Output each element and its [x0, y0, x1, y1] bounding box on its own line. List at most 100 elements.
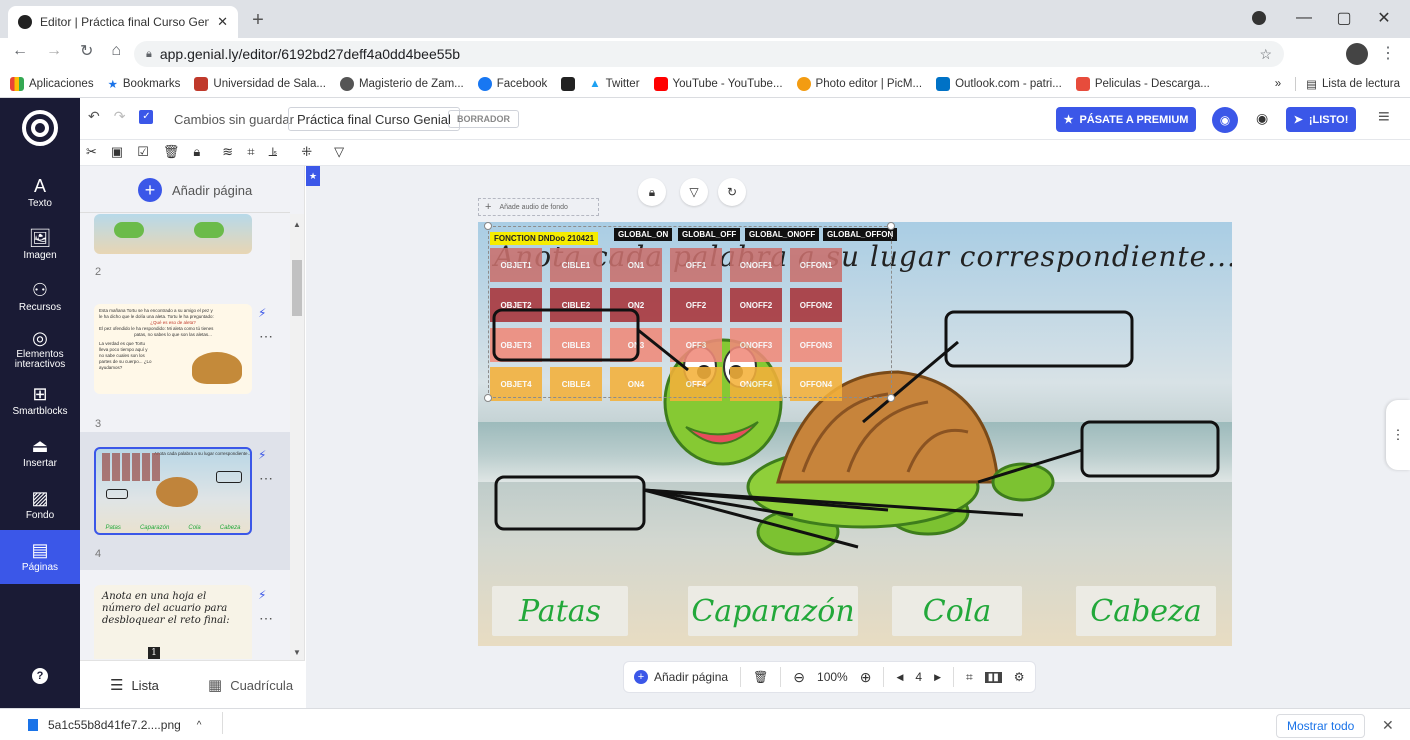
align-icon[interactable]: ⫡ [269, 144, 278, 160]
delete-page-icon[interactable]: 🗑︎ [753, 670, 768, 684]
bookmark-item[interactable]: Photo editor | PicM... [796, 76, 922, 91]
reading-list[interactable]: ▤ Lista de lectura [1295, 76, 1400, 91]
scrollbar-thumb[interactable] [292, 260, 302, 316]
bookmark-item[interactable]: Aplicaciones [10, 76, 94, 91]
nav-image[interactable]: 🖼︎ Imagen [0, 218, 80, 272]
interactivity-icon[interactable]: ▽ [680, 178, 708, 206]
label-cola[interactable]: Cola [892, 586, 1022, 636]
profile-icon[interactable] [1252, 11, 1266, 25]
bookmark-item[interactable]: Outlook.com - patri... [936, 76, 1062, 91]
grid-guides-icon[interactable]: ⌗ [966, 670, 973, 685]
prev-page-icon[interactable]: ◀ [896, 672, 903, 683]
forward-icon[interactable]: → [46, 42, 62, 60]
lock-icon[interactable]: 🔒︎ [193, 144, 200, 160]
nav-resources[interactable]: ⚇ Recursos [0, 270, 80, 324]
more-options-icon[interactable]: ⋯ [259, 470, 273, 487]
bookmark-item[interactable]: Magisterio de Zam... [339, 76, 464, 91]
resize-handle[interactable] [484, 394, 492, 402]
maximize-icon[interactable]: ▢ [1324, 4, 1364, 32]
magic-wand-icon[interactable]: ⚡︎ [258, 588, 266, 602]
hamburger-menu-icon[interactable]: ≡ [1378, 106, 1390, 129]
lock-icon[interactable]: 🔒︎ [638, 178, 666, 206]
bookmark-item[interactable]: YouTube - YouTube... [653, 76, 783, 91]
grid-dots-icon[interactable]: ⁜ [301, 144, 312, 160]
genially-logo-icon[interactable] [22, 110, 58, 146]
scroll-up-icon[interactable]: ▲ [293, 220, 301, 229]
user-add-icon[interactable]: ◉ [1212, 107, 1238, 133]
settings-icon[interactable]: ⚙ [1014, 670, 1025, 684]
interactivity-icon[interactable]: ▽ [334, 144, 344, 160]
page-thumbnail-2[interactable] [94, 214, 252, 254]
resize-handle[interactable] [484, 222, 492, 230]
zoom-in-icon[interactable]: ⊕ [860, 669, 872, 686]
add-page-button[interactable]: + Añadir página [138, 178, 252, 202]
preview-eye-icon[interactable]: ◉ [1256, 110, 1268, 127]
bookmark-item[interactable] [561, 76, 576, 91]
home-icon[interactable]: ⌂ [111, 42, 121, 60]
nav-text[interactable]: A Texto [0, 166, 80, 220]
nav-background[interactable]: ▨ Fondo [0, 478, 80, 532]
page-thumbnail-5[interactable]: Anota en una hoja el número del acuario … [94, 585, 252, 659]
delete-icon[interactable]: 🗑︎ [163, 144, 180, 160]
nav-smartblocks[interactable]: ⊞ Smartblocks [0, 374, 80, 428]
chevron-up-icon[interactable]: ^ [197, 720, 202, 731]
add-page-bottom-button[interactable]: + Añadir página [634, 670, 728, 684]
nav-pages[interactable]: ▤ Páginas [0, 530, 80, 584]
reload-icon[interactable]: ↻ [80, 41, 93, 61]
group-icon[interactable]: ⌗ [247, 144, 254, 160]
next-page-icon[interactable]: ▶ [934, 672, 941, 683]
undo-icon[interactable]: ↶ [88, 108, 100, 125]
avatar[interactable] [1346, 43, 1368, 65]
kebab-menu-icon[interactable]: ⋮ [1380, 43, 1396, 63]
show-all-button[interactable]: Mostrar todo [1276, 714, 1366, 738]
paste-icon[interactable]: ☑ [137, 144, 149, 160]
page-thumbnail-3[interactable]: Esta mañana Tortu se ha encontrado a su … [94, 304, 252, 394]
list-view-button[interactable]: ☰ Lista [110, 676, 159, 694]
bookmark-item[interactable]: ▲ Twitter [589, 78, 639, 90]
nav-interactive[interactable]: ◎ Elementos interactivos [0, 322, 80, 376]
bookmark-item[interactable]: Facebook [477, 76, 547, 91]
close-window-icon[interactable]: ✕ [1364, 4, 1404, 32]
bookmark-item[interactable]: Peliculas - Descarga... [1075, 76, 1210, 91]
nav-insert[interactable]: ⏏ Insertar [0, 426, 80, 480]
minimize-icon[interactable]: — [1284, 4, 1324, 32]
current-page[interactable]: 4 [915, 670, 922, 684]
redo-icon[interactable]: ↷ [114, 108, 126, 125]
grid-view-button[interactable]: ▦ Cuadrícula [208, 676, 293, 694]
split-view-icon[interactable]: ▮▮ [984, 671, 1002, 683]
premium-button[interactable]: ★ PÁSATE A PREMIUM [1056, 107, 1196, 132]
page-thumbnail-4[interactable]: Anota cada palabra a su lugar correspond… [94, 447, 252, 535]
resize-handle[interactable] [887, 222, 895, 230]
new-tab-icon[interactable]: + [246, 9, 270, 32]
star-icon[interactable]: ☆ [1259, 46, 1272, 63]
back-icon[interactable]: ← [12, 42, 28, 60]
copy-icon[interactable]: ▣ [111, 144, 123, 160]
magic-wand-icon[interactable]: ⚡︎ [258, 448, 266, 462]
close-download-bar-icon[interactable]: ✕ [1382, 717, 1394, 734]
close-tab-icon[interactable]: ✕ [217, 14, 228, 30]
browser-tab[interactable]: Editor | Práctica final Curso Genial ✕ [8, 6, 238, 38]
doc-title-input[interactable]: Práctica final Curso Genial [288, 107, 460, 131]
label-caparazon[interactable]: Caparazón [688, 586, 858, 636]
scroll-down-icon[interactable]: ▼ [293, 648, 301, 657]
pin-icon[interactable]: ★ [306, 166, 320, 186]
side-panel-toggle[interactable]: ⋮ [1386, 400, 1410, 470]
more-options-icon[interactable]: ⋯ [259, 328, 273, 345]
background-audio-button[interactable]: + Añade audio de fondo [478, 198, 599, 216]
url-bar[interactable]: 🔒︎ app.genial.ly/editor/6192bd27deff4a0d… [134, 41, 1284, 67]
animation-icon[interactable]: ↻ [718, 178, 746, 206]
done-button[interactable]: ➤ ¡LISTO! [1286, 107, 1356, 132]
label-cabeza[interactable]: Cabeza [1076, 586, 1216, 636]
download-item[interactable]: 5a1c55b8d41fe7.2....png ^ [28, 718, 202, 732]
cut-icon[interactable]: ✂ [86, 144, 97, 160]
bookmark-item[interactable]: Universidad de Sala... [194, 76, 326, 91]
magic-wand-icon[interactable]: ⚡︎ [258, 306, 266, 320]
zoom-out-icon[interactable]: ⊖ [793, 669, 805, 686]
label-patas[interactable]: Patas [492, 586, 628, 636]
more-options-icon[interactable]: ⋯ [259, 610, 273, 627]
resize-handle[interactable] [887, 394, 895, 402]
help-icon[interactable]: ? [32, 668, 48, 684]
more-bookmarks-icon[interactable]: » [1275, 78, 1281, 90]
layers-icon[interactable]: ≋ [222, 144, 233, 160]
bookmark-item[interactable]: ★ Bookmarks [108, 77, 181, 91]
